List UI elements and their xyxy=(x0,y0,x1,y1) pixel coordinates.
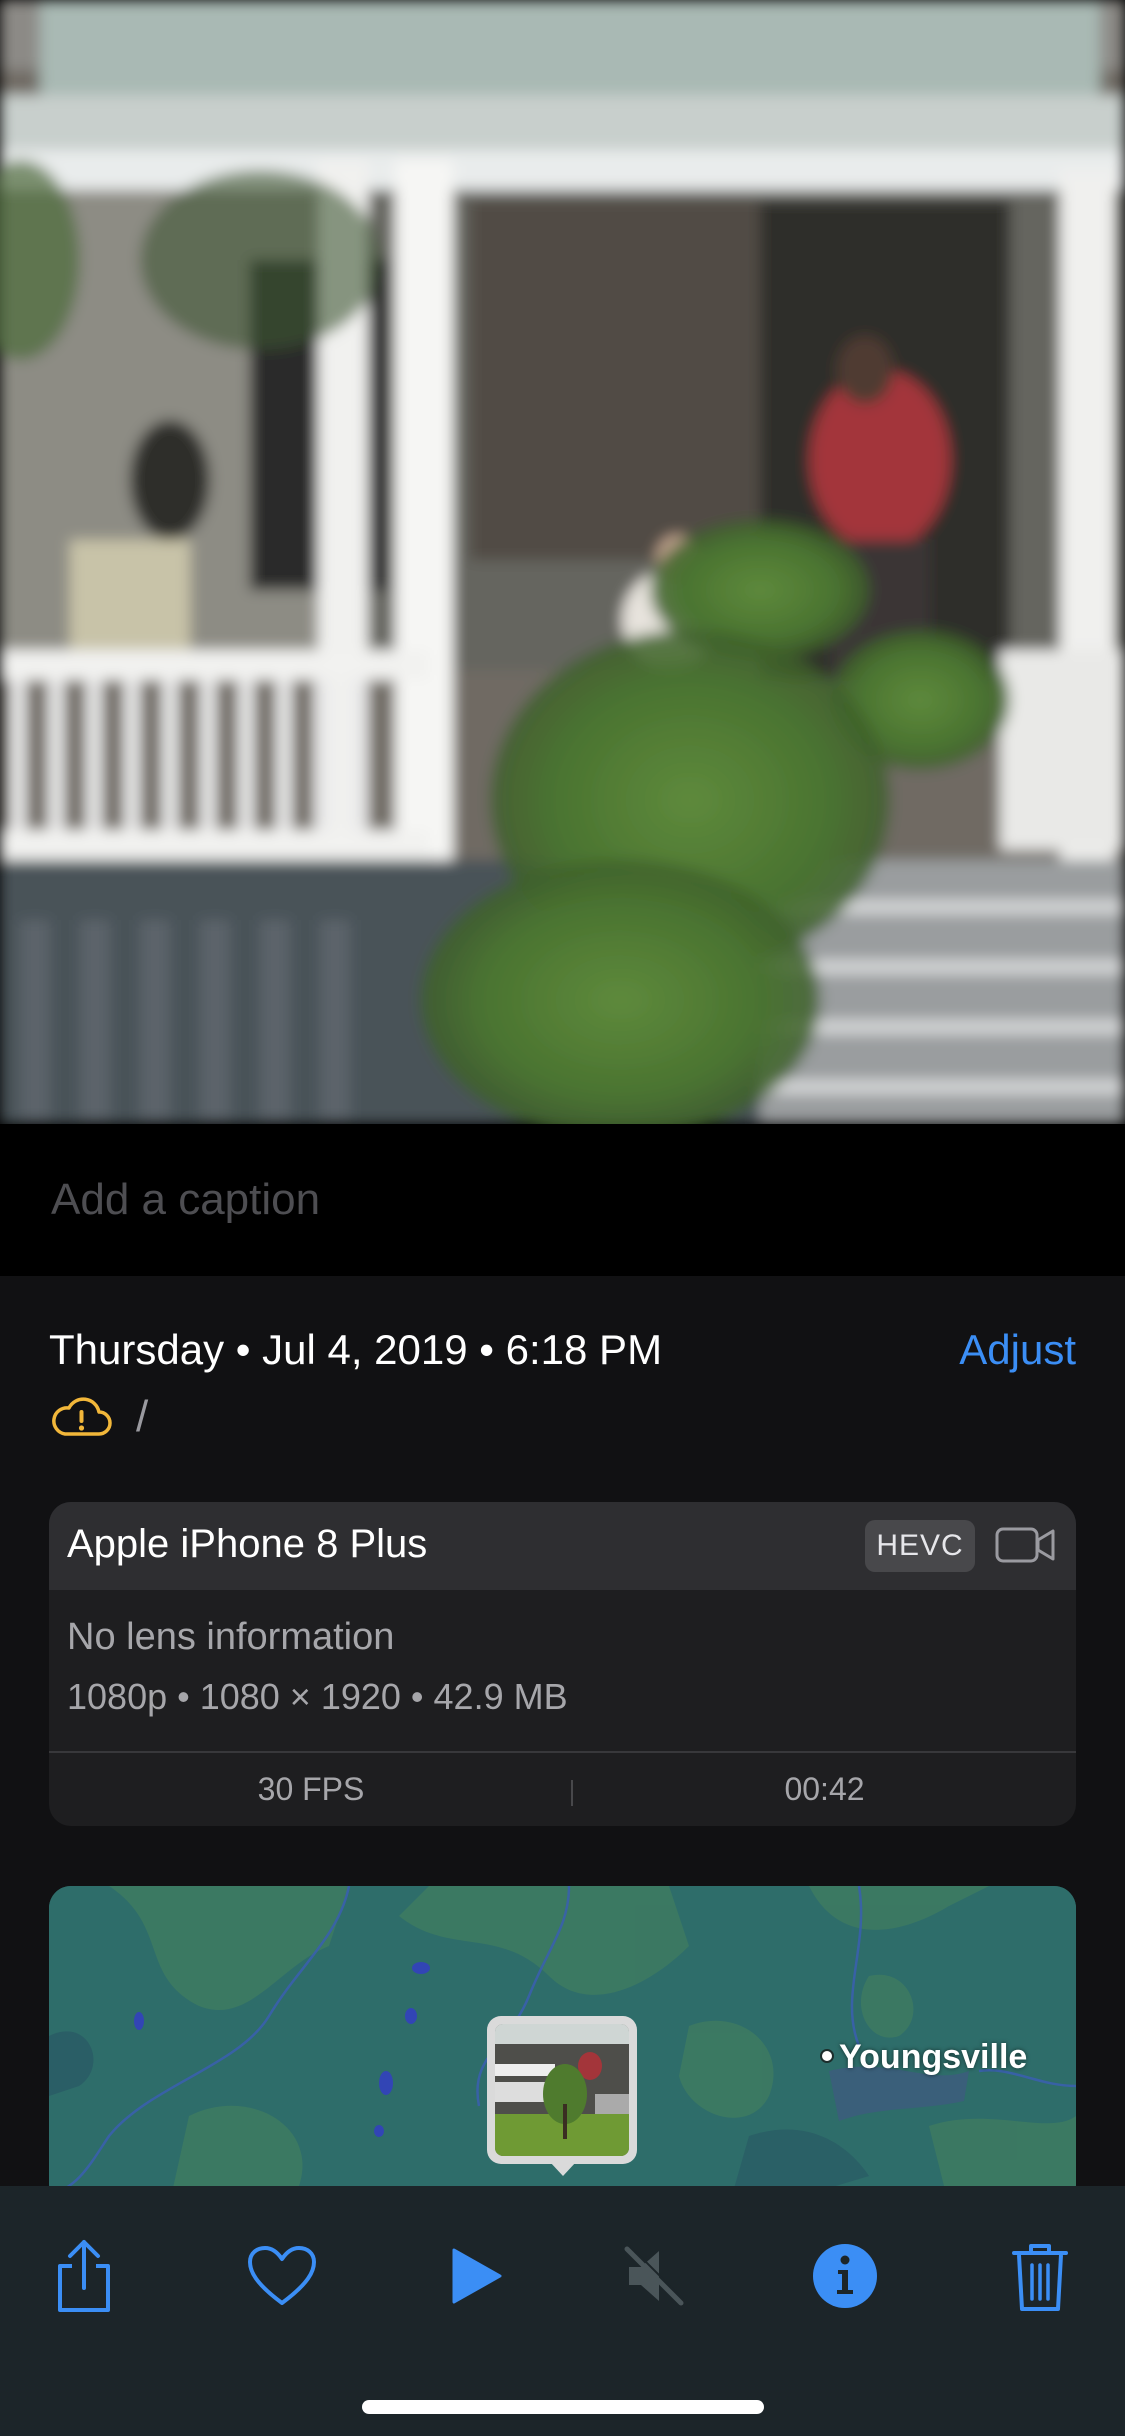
bottom-toolbar xyxy=(0,2186,1125,2436)
map-photo-pin[interactable] xyxy=(487,2016,637,2176)
share-button[interactable] xyxy=(36,2228,132,2324)
device-name: Apple iPhone 8 Plus xyxy=(67,1522,428,1566)
date-time-label: Thursday • Jul 4, 2019 • 6:18 PM xyxy=(49,1326,663,1373)
heart-icon xyxy=(248,2246,316,2305)
photo-view[interactable] xyxy=(0,0,1125,1124)
video-specs: 1080p • 1080 × 1920 • 42.9 MB xyxy=(67,1676,568,1717)
map-place-label: Youngsville xyxy=(839,2038,1028,2076)
camera-info-card: Apple iPhone 8 Plus HEVC No lens informa… xyxy=(49,1502,1076,1826)
map-location-dot xyxy=(820,2049,834,2063)
frame-rate: 30 FPS xyxy=(257,1771,365,1807)
camera-card-header: Apple iPhone 8 Plus HEVC xyxy=(49,1502,1076,1590)
lens-info: No lens information xyxy=(67,1616,395,1658)
share-icon xyxy=(58,2240,110,2312)
play-icon xyxy=(452,2248,502,2304)
video-camera-icon xyxy=(995,1522,1057,1573)
cloud-warning-icon[interactable] xyxy=(49,1394,113,1445)
home-indicator[interactable] xyxy=(362,2400,764,2414)
location-map[interactable]: Youngsville xyxy=(49,1886,1076,2206)
favorite-button[interactable] xyxy=(234,2228,330,2324)
caption-bar xyxy=(0,1124,1125,1276)
photo-thumbnail xyxy=(495,2024,629,2156)
play-button[interactable] xyxy=(426,2228,522,2324)
mute-icon xyxy=(624,2245,685,2306)
mute-button[interactable] xyxy=(606,2228,702,2324)
delete-button[interactable] xyxy=(992,2228,1088,2324)
info-icon xyxy=(813,2244,877,2308)
trash-icon xyxy=(1012,2244,1068,2311)
porch-photo xyxy=(0,0,1125,1124)
map-pin-pointer xyxy=(550,2162,576,2176)
location-label[interactable]: / xyxy=(136,1392,148,1442)
caption-input[interactable] xyxy=(49,1154,1073,1246)
format-badge: HEVC xyxy=(865,1520,975,1572)
info-button[interactable] xyxy=(797,2228,893,2324)
video-duration: 00:42 xyxy=(784,1771,865,1807)
adjust-button[interactable]: Adjust xyxy=(959,1326,1076,1374)
